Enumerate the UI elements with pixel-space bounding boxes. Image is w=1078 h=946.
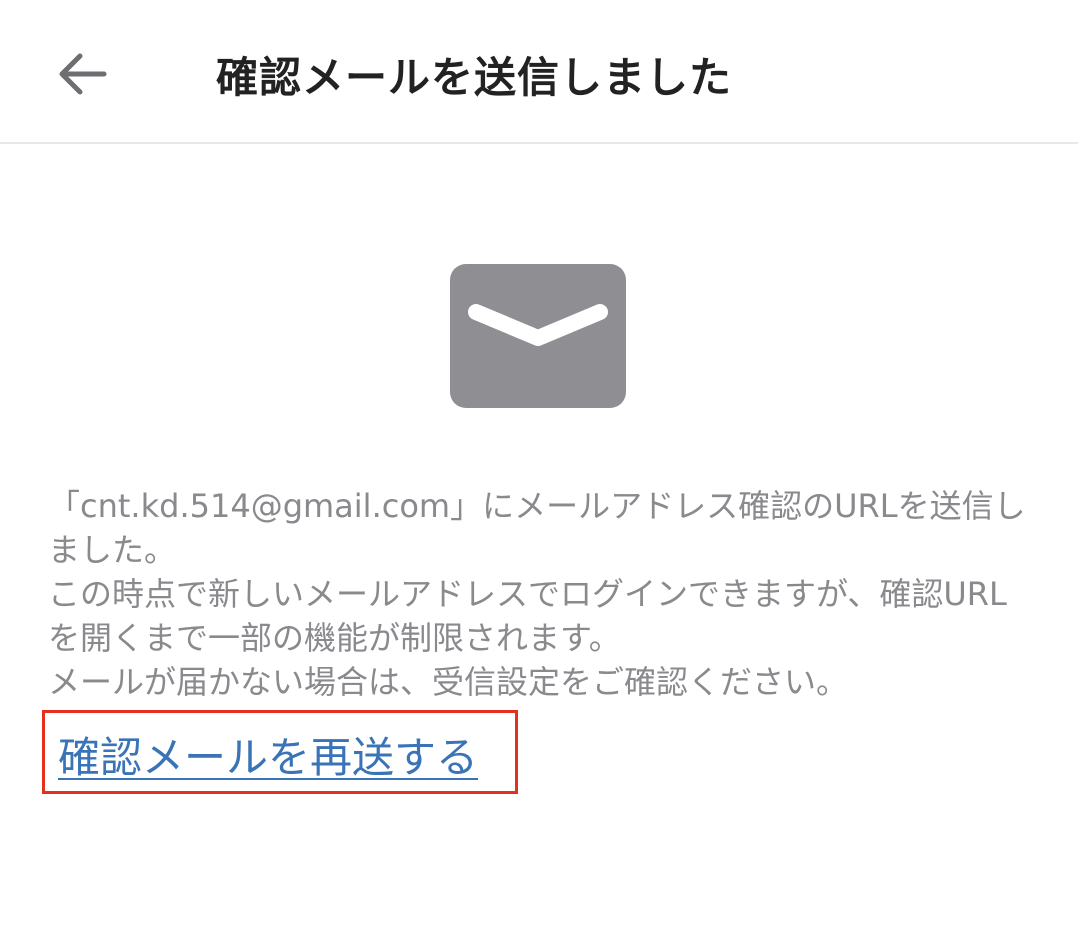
arrow-left-icon (59, 53, 107, 95)
message-line: この時点で新しいメールアドレスでログインできますが、確認URLを開くまで一部の機… (48, 575, 1007, 657)
envelope-icon (450, 264, 626, 408)
page-title: 確認メールを送信しました (216, 53, 733, 102)
back-button[interactable] (40, 36, 124, 112)
resend-email-link[interactable]: 確認メールを再送する (58, 724, 478, 785)
message-line: メールが届かない場合は、受信設定をご確認ください。 (48, 663, 849, 701)
confirmation-message: 「cnt.kd.514@gmail.com」にメールアドレス確認のURLを送信し… (48, 484, 1038, 704)
app-header: 確認メールを送信しました (0, 0, 1078, 144)
message-line: 「cnt.kd.514@gmail.com」にメールアドレス確認のURLを送信し… (48, 487, 1026, 569)
